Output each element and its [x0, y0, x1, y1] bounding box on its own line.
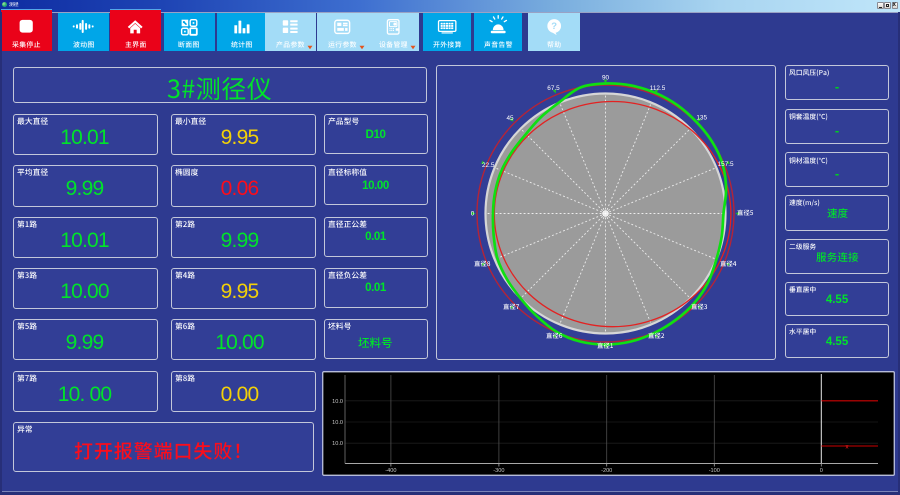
svg-text:-100: -100: [709, 468, 720, 474]
svg-text:0: 0: [820, 468, 823, 474]
svg-text:67.5: 67.5: [547, 84, 560, 91]
svg-text:22.5: 22.5: [482, 161, 495, 168]
svg-text:0: 0: [471, 210, 475, 217]
svg-text:90: 90: [602, 74, 610, 81]
svg-text:10.0: 10.0: [332, 398, 343, 404]
svg-text:45: 45: [506, 115, 514, 122]
svg-text:-400: -400: [385, 468, 396, 474]
svg-text:-200: -200: [601, 468, 612, 474]
svg-text:?: ?: [551, 21, 557, 32]
svg-text:x: x: [846, 444, 849, 450]
svg-text:10.0: 10.0: [332, 441, 343, 447]
svg-text:157.5: 157.5: [718, 160, 734, 167]
svg-text:-300: -300: [493, 468, 504, 474]
svg-text:135: 135: [696, 114, 707, 121]
svg-text:112.5: 112.5: [650, 84, 666, 91]
svg-text:10.0: 10.0: [332, 420, 343, 426]
